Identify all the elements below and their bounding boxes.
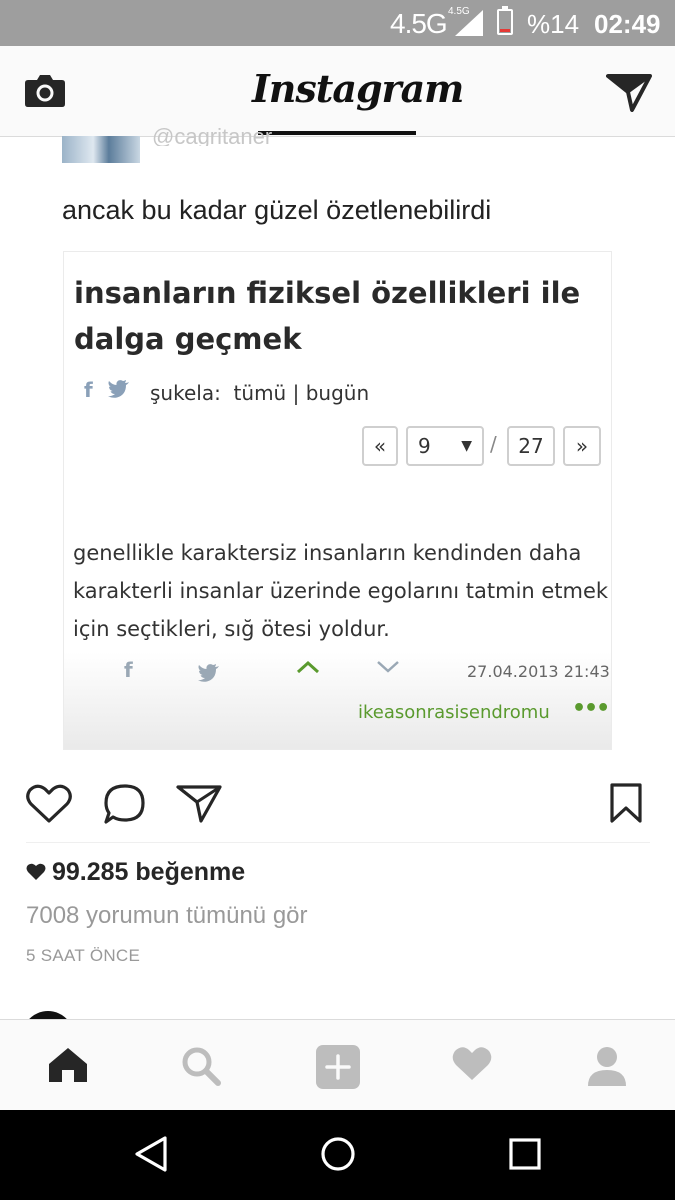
like-heart-icon[interactable] [26,784,72,824]
battery-percent: %14 [527,9,580,39]
view-all-comments-link[interactable]: 7008 yorumun tümünü gör [26,902,308,930]
entry-heading-line1: insanların fiziksel özellikleri ile [74,276,581,310]
entry-heading-line2: dalga geçmek [74,322,302,356]
dropdown-arrow-icon: ▼ [461,438,472,454]
post-time: 5 SAAT ÖNCE [26,946,141,965]
pager-separator: / [490,432,497,456]
recents-icon[interactable] [507,1134,543,1174]
battery-icon [497,6,513,35]
downvote-icon [377,661,399,673]
facebook-icon: f [84,378,93,402]
facebook-share-icon: f [124,658,133,682]
signal-icon [455,10,483,36]
pager-prev: « [362,426,398,466]
sort-filter: şukela: tümü | bugün [150,381,369,405]
author-avatar[interactable] [62,136,140,163]
pager-total: 27 [507,426,555,466]
battery-level [500,29,510,32]
twitter-share-icon [198,664,219,682]
entry-body-line3: için seçtikleri, sığ ötesi yoldur. [73,617,390,641]
entry-body-line1: genellikle karaktersiz insanların kendin… [73,541,582,565]
actions-divider [26,842,650,843]
logo-underline [258,131,416,135]
like-count[interactable]: 99.285 beğenme [26,858,245,887]
filled-heart-icon [26,863,46,880]
status-bar: 4.5G 4.5G %14 02:49 [0,0,675,46]
clock: 02:49 [594,9,661,39]
share-icon[interactable] [176,784,222,824]
upvote-icon [296,660,320,674]
entry-author: ikeasonrasisendromu [358,702,550,723]
entry-date: 27.04.2013 21:43 [467,662,610,681]
embedded-screenshot: insanların fiziksel özellikleri ile dalg… [63,251,612,750]
pager-next: » [563,426,601,466]
profile-icon[interactable] [586,1046,628,1086]
entry-body: genellikle karaktersiz insanların kendin… [73,534,611,648]
home-circle-icon[interactable] [319,1134,357,1174]
filter-all: tümü [233,381,287,405]
filter-separator: | [292,381,300,405]
bottom-tab-bar [0,1019,675,1111]
pager-current-value: 9 [418,434,431,458]
home-icon[interactable] [47,1046,89,1084]
more-icon: ••• [572,696,610,721]
like-count-text: 99.285 beğenme [52,858,246,886]
sukela-label: şukela: [150,381,221,405]
network-type: 4.5G [390,8,448,39]
bookmark-icon[interactable] [609,782,643,824]
search-icon[interactable] [181,1046,221,1086]
entry-footer: f 27.04.2013 21:43 ikeasonrasisendromu •… [64,652,611,749]
comment-icon[interactable] [103,783,147,825]
author-handle[interactable]: @cagritaner [152,124,272,146]
back-icon[interactable] [133,1134,169,1174]
add-icon[interactable] [315,1044,361,1090]
camera-icon[interactable] [24,72,66,108]
twitter-icon [108,380,129,398]
system-nav-bar [0,1110,675,1200]
filter-today: bugün [305,381,370,405]
entry-heading: insanların fiziksel özellikleri ile dalg… [74,270,594,362]
pager-current: 9 ▼ [406,426,484,466]
entry-body-line2: karakterli insanlar üzerinde egolarını t… [73,579,609,603]
direct-message-icon[interactable] [606,72,652,112]
app-header: Instagram [0,46,675,137]
app-logo: Instagram [252,66,464,111]
activity-icon[interactable] [452,1046,492,1082]
post-text: ancak bu kadar güzel özetlenebilirdi [62,195,492,225]
